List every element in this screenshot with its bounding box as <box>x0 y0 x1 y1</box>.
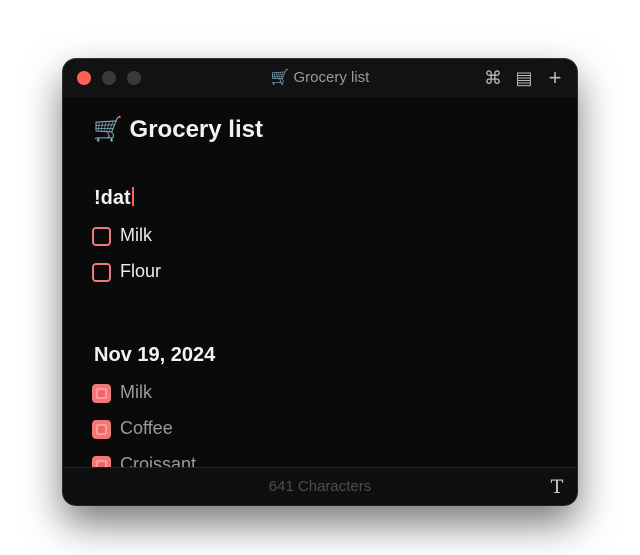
checkbox-flour-open[interactable] <box>92 263 111 282</box>
checkbox-milk-open[interactable] <box>92 227 111 246</box>
note-editor[interactable]: 🛒 Grocery list !dat Milk Flour Nov 19, 2… <box>63 97 577 467</box>
item-label[interactable]: Milk <box>120 381 152 403</box>
section-heading-date[interactable]: Nov 19, 2024 <box>94 344 215 367</box>
minimize-window-button[interactable] <box>102 71 116 85</box>
close-window-button[interactable] <box>77 71 91 85</box>
status-bar: 641 Characters T <box>63 467 577 505</box>
text-cursor <box>131 187 134 206</box>
command-icon[interactable]: ⌘ <box>483 68 503 88</box>
title-bar: 🛒 Grocery list ⌘ ▤ + <box>63 59 577 97</box>
notes-list-icon[interactable]: ▤ <box>514 68 534 88</box>
character-count: 641 Characters <box>268 478 372 495</box>
section-heading-draft[interactable]: !dat <box>94 187 134 210</box>
desktop-background: 🛒 Grocery list ⌘ ▤ + 🛒 Grocery list !dat… <box>0 0 640 555</box>
item-label[interactable]: Milk <box>120 224 152 246</box>
section-heading-text: !dat <box>94 187 131 209</box>
checkbox-croissant-done[interactable] <box>92 456 111 467</box>
app-window: 🛒 Grocery list ⌘ ▤ + 🛒 Grocery list !dat… <box>63 59 577 505</box>
font-format-icon[interactable]: T <box>547 477 567 497</box>
plus-icon[interactable]: + <box>545 67 565 89</box>
checkbox-coffee-done[interactable] <box>92 420 111 439</box>
item-label[interactable]: Croissant <box>120 453 196 467</box>
checkbox-milk-done[interactable] <box>92 384 111 403</box>
zoom-window-button[interactable] <box>127 71 141 85</box>
item-label[interactable]: Coffee <box>120 417 173 439</box>
item-label[interactable]: Flour <box>120 260 161 282</box>
note-title[interactable]: 🛒 Grocery list <box>93 115 263 144</box>
